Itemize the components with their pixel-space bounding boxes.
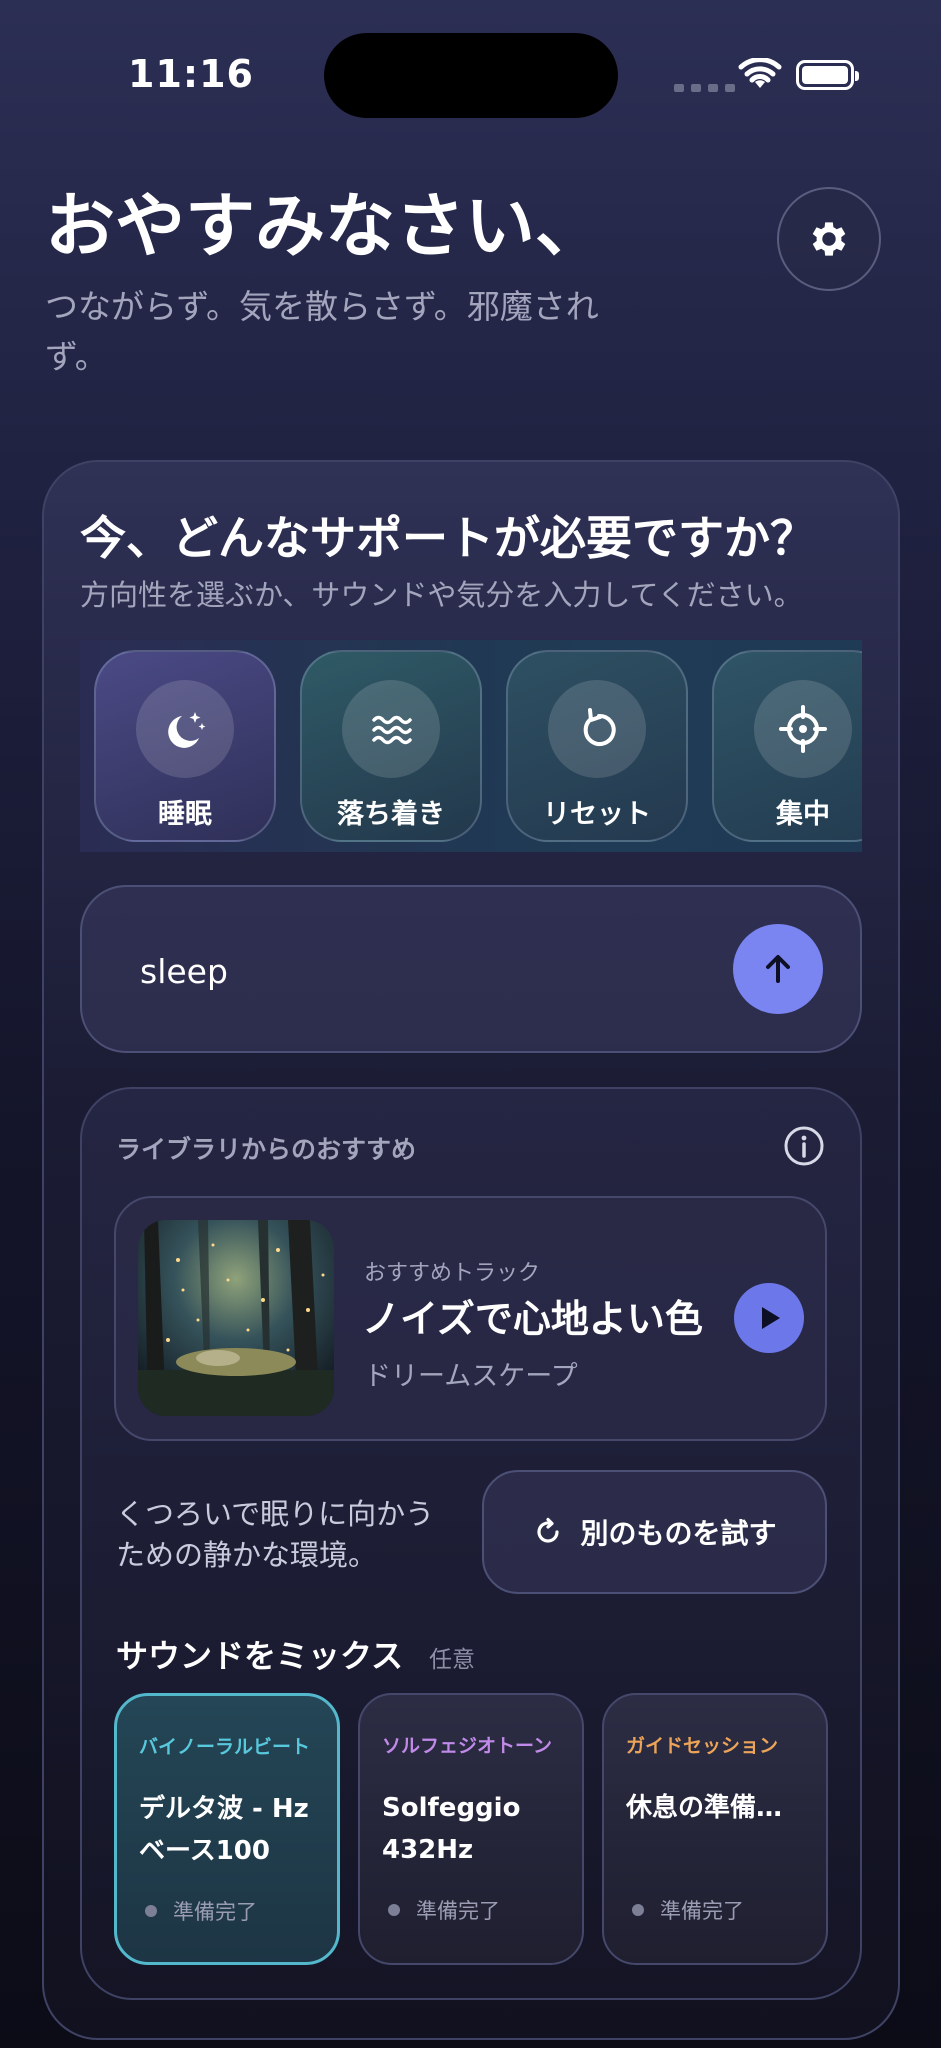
status-time: 11:16 xyxy=(128,52,254,96)
chip-focus[interactable]: 集中 xyxy=(712,650,862,842)
greeting-subtitle: つながらず。気を散らさず。邪魔されず。 xyxy=(45,287,599,376)
direction-chips: 睡眠 落ち着き リセット 集中 xyxy=(80,640,862,852)
chip-calm[interactable]: 落ち着き xyxy=(300,650,482,842)
recommendation-title: ライブラリからのおすすめ xyxy=(116,1135,417,1164)
refresh-icon xyxy=(537,1517,560,1543)
chip-label: 集中 xyxy=(776,799,830,830)
mix-title: サウンドをミックス xyxy=(116,1637,404,1675)
mix-optional-label: 任意 xyxy=(429,1647,475,1673)
mix-card-binaural[interactable]: バイノーラルビート デルタ波 - Hz ベース100 準備完了 xyxy=(114,1693,340,1965)
greeting-title: おやすみなさい、 xyxy=(45,185,605,267)
settings-button[interactable] xyxy=(777,187,881,291)
chip-label: 睡眠 xyxy=(158,799,212,830)
mix-card-guided[interactable]: ガイドセッション 休息の準備… 準備完了 xyxy=(602,1693,828,1965)
track-title: ノイズで心地よい色 xyxy=(362,1297,703,1341)
mix-category: バイノーラルビート xyxy=(139,1736,311,1758)
crosshair-icon xyxy=(779,705,827,753)
reset-arrow-icon xyxy=(583,708,616,746)
send-button[interactable] xyxy=(733,924,823,1014)
gear-icon xyxy=(812,222,846,256)
chip-reset[interactable]: リセット xyxy=(506,650,688,842)
recommendation-description: くつろいで眠りに向かうための静かな環境。 xyxy=(116,1497,435,1572)
mood-input-value[interactable]: sleep xyxy=(140,952,228,991)
chip-label: 落ち着き xyxy=(337,799,445,830)
mix-category: ガイドセッション xyxy=(626,1735,779,1757)
mix-name: デルタ波 - Hz ベース100 xyxy=(139,1794,309,1866)
waves-icon xyxy=(372,715,412,745)
status-dot-icon xyxy=(145,1905,157,1917)
play-button[interactable] xyxy=(734,1283,804,1353)
arrow-up-icon xyxy=(766,955,790,983)
moon-stars-icon xyxy=(168,712,206,748)
signal-icon xyxy=(674,84,735,92)
wifi-icon xyxy=(738,58,782,88)
support-subtitle: 方向性を選ぶか、サウンドや気分を入力してください。 xyxy=(80,578,803,612)
chip-label: リセット xyxy=(543,799,651,830)
info-icon[interactable] xyxy=(783,1125,825,1167)
try-another-button[interactable]: 別のものを試す xyxy=(482,1470,827,1594)
track-title-marquee: ノイズで心地よい色 xyxy=(362,1288,704,1348)
mix-card-solfeggio[interactable]: ソルフェジオトーン Solfeggio 432Hz 準備完了 xyxy=(358,1693,584,1965)
mix-name: 休息の準備… xyxy=(626,1793,783,1823)
status-dot-icon xyxy=(388,1904,400,1916)
chip-sleep[interactable]: 睡眠 xyxy=(94,650,276,842)
mix-status: 準備完了 xyxy=(145,1896,257,1926)
mix-category: ソルフェジオトーン xyxy=(382,1735,553,1757)
status-dot-icon xyxy=(632,1904,644,1916)
track-artwork xyxy=(138,1220,334,1416)
mix-name: Solfeggio 432Hz xyxy=(382,1793,521,1865)
track-artist: ドリームスケープ xyxy=(364,1361,578,1392)
mix-status: 準備完了 xyxy=(388,1895,500,1925)
battery-icon xyxy=(796,60,859,90)
try-another-label: 別のものを試す xyxy=(580,1517,777,1550)
track-label: おすすめトラック xyxy=(364,1261,541,1286)
mix-status: 準備完了 xyxy=(632,1895,744,1925)
play-icon xyxy=(762,1307,780,1329)
support-question: 今、どんなサポートが必要ですか？ xyxy=(80,511,816,565)
dynamic-island xyxy=(324,33,618,118)
